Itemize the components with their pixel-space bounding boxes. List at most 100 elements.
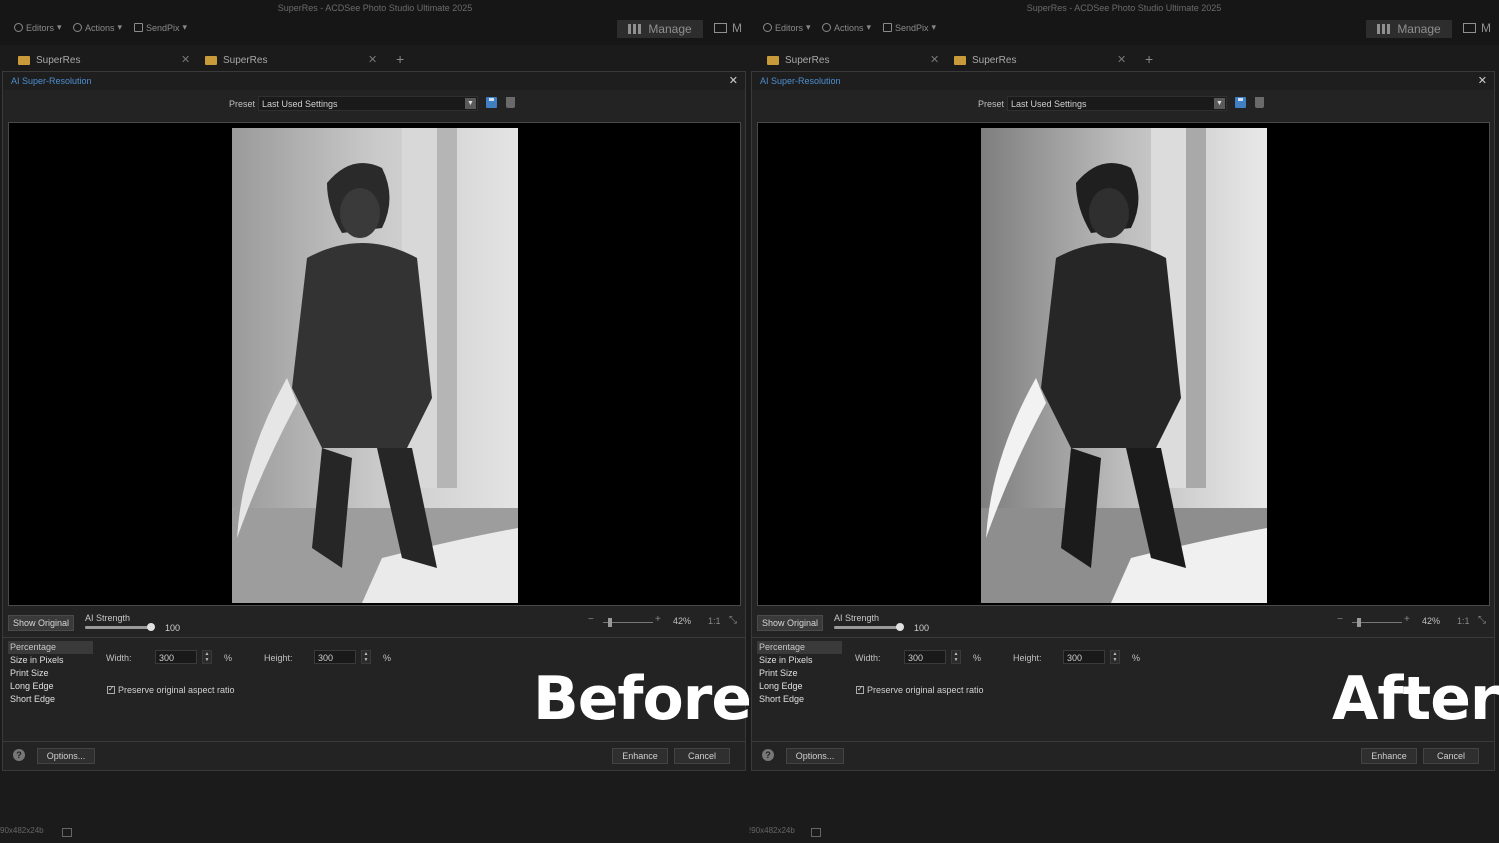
editors-menu[interactable]: Editors ▾ (763, 22, 811, 33)
preset-label: Preset (229, 99, 256, 109)
help-icon[interactable]: ? (762, 749, 774, 761)
enhance-button[interactable]: Enhance (612, 748, 668, 764)
zoom-in-icon[interactable]: + (1404, 614, 1410, 625)
zoom-out-icon[interactable]: − (1337, 614, 1343, 625)
height-stepper[interactable]: ▲ ▼ (361, 650, 371, 664)
ai-strength-label: AI Strength (834, 613, 880, 623)
preset-dropdown[interactable]: Last Used Settings ▼ (1007, 96, 1227, 111)
fit-icon[interactable]: ⤡ (729, 615, 737, 626)
dialog-titlebar: AI Super-Resolution ✕ (752, 72, 1494, 90)
size-mode-percentage[interactable]: Percentage (757, 641, 842, 654)
preset-value: Last Used Settings (1011, 99, 1087, 109)
zoom-1to1-button[interactable]: 1:1 (708, 616, 721, 626)
actions-menu[interactable]: Actions ▾ (73, 22, 122, 33)
actions-menu[interactable]: Actions ▾ (822, 22, 871, 33)
manage-mode-button[interactable]: Manage (1366, 20, 1452, 38)
tab-close-icon[interactable]: ✕ (1117, 53, 1126, 66)
manage-mode-button[interactable]: Manage (617, 20, 703, 38)
save-preset-icon[interactable] (1235, 97, 1246, 108)
size-mode-long-edge[interactable]: Long Edge (757, 680, 842, 693)
width-stepper[interactable]: ▲ ▼ (951, 650, 961, 664)
zoom-out-icon[interactable]: − (588, 614, 594, 625)
slider-knob[interactable] (147, 623, 155, 631)
size-mode-percentage[interactable]: Percentage (8, 641, 93, 654)
ai-strength-value: 100 (165, 623, 181, 633)
size-mode-print[interactable]: Print Size (8, 667, 93, 680)
height-input[interactable]: 300 (314, 650, 356, 664)
next-mode-button[interactable]: M (1463, 21, 1491, 35)
preset-dropdown[interactable]: Last Used Settings ▼ (258, 96, 478, 111)
fit-icon[interactable]: ⤡ (1478, 615, 1486, 626)
manage-label: Manage (648, 22, 692, 36)
zoom-1to1-button[interactable]: 1:1 (1457, 616, 1470, 626)
preserve-aspect-checkbox[interactable]: ✓ (107, 686, 115, 694)
height-label: Height: (264, 653, 293, 663)
tab-close-icon[interactable]: ✕ (930, 53, 939, 66)
delete-preset-icon[interactable] (1255, 97, 1264, 108)
width-stepper[interactable]: ▲ ▼ (202, 650, 212, 664)
image-preview[interactable] (757, 122, 1490, 606)
folder-icon (205, 55, 217, 65)
preserve-aspect-label: Preserve original aspect ratio (118, 685, 235, 695)
height-input[interactable]: 300 (1063, 650, 1105, 664)
height-stepper[interactable]: ▲ ▼ (1110, 650, 1120, 664)
ai-strength-label: AI Strength (85, 613, 131, 623)
image-preview[interactable] (8, 122, 741, 606)
manage-label: Manage (1397, 22, 1441, 36)
new-tab-icon[interactable]: + (1145, 51, 1153, 67)
enhance-button[interactable]: Enhance (1361, 748, 1417, 764)
width-input[interactable]: 300 (155, 650, 197, 664)
show-original-button[interactable]: Show Original (757, 615, 823, 631)
tab-superres-1[interactable]: SuperRes (18, 50, 80, 70)
play-icon (73, 23, 82, 32)
ai-strength-slider[interactable] (834, 623, 904, 631)
zoom-knob[interactable] (1357, 618, 1361, 627)
width-label: Width: (106, 653, 132, 663)
height-label: Height: (1013, 653, 1042, 663)
tab-close-icon[interactable]: ✕ (368, 53, 377, 66)
width-input[interactable]: 300 (904, 650, 946, 664)
size-mode-list: Percentage Size in Pixels Print Size Lon… (8, 641, 93, 706)
show-original-button[interactable]: Show Original (8, 615, 74, 631)
divider (752, 637, 1494, 638)
tab-close-icon[interactable]: ✕ (181, 53, 190, 66)
save-preset-icon[interactable] (486, 97, 497, 108)
preset-value: Last Used Settings (262, 99, 338, 109)
ai-strength-slider[interactable] (85, 623, 155, 631)
sendpix-menu[interactable]: SendPix ▾ (883, 22, 936, 33)
grid-icon (628, 24, 643, 34)
close-icon[interactable]: ✕ (729, 74, 738, 87)
size-mode-short-edge[interactable]: Short Edge (757, 693, 842, 706)
size-mode-long-edge[interactable]: Long Edge (8, 680, 93, 693)
editors-label: Editors (26, 22, 55, 33)
tab-superres-2[interactable]: SuperRes (954, 50, 1016, 70)
preserve-aspect-row[interactable]: ✓ Preserve original aspect ratio (107, 685, 235, 695)
help-icon[interactable]: ? (13, 749, 25, 761)
zoom-in-icon[interactable]: + (655, 614, 661, 625)
tab-superres-2[interactable]: SuperRes (205, 50, 267, 70)
tab-superres-1[interactable]: SuperRes (767, 50, 829, 70)
super-resolution-dialog: AI Super-Resolution ✕ Preset Last Used S… (2, 71, 750, 771)
slider-knob[interactable] (896, 623, 904, 631)
delete-preset-icon[interactable] (506, 97, 515, 108)
new-tab-icon[interactable]: + (396, 51, 404, 67)
cancel-button[interactable]: Cancel (674, 748, 730, 764)
preserve-aspect-checkbox[interactable]: ✓ (856, 686, 864, 694)
options-button[interactable]: Options... (37, 748, 95, 764)
size-mode-pixels[interactable]: Size in Pixels (8, 654, 93, 667)
zoom-knob[interactable] (608, 618, 612, 627)
editors-menu[interactable]: Editors ▾ (14, 22, 62, 33)
folder-icon (18, 55, 30, 65)
cancel-button[interactable]: Cancel (1423, 748, 1479, 764)
size-mode-short-edge[interactable]: Short Edge (8, 693, 93, 706)
next-mode-button[interactable]: M (714, 21, 742, 35)
close-icon[interactable]: ✕ (1478, 74, 1487, 87)
preserve-aspect-row[interactable]: ✓ Preserve original aspect ratio (856, 685, 984, 695)
size-mode-pixels[interactable]: Size in Pixels (757, 654, 842, 667)
options-button[interactable]: Options... (786, 748, 844, 764)
sendpix-menu[interactable]: SendPix ▾ (134, 22, 187, 33)
preset-row: Preset Last Used Settings ▼ (3, 96, 745, 112)
zoom-percent: 42% (1422, 616, 1441, 626)
sendpix-label: SendPix (895, 22, 929, 33)
size-mode-print[interactable]: Print Size (757, 667, 842, 680)
